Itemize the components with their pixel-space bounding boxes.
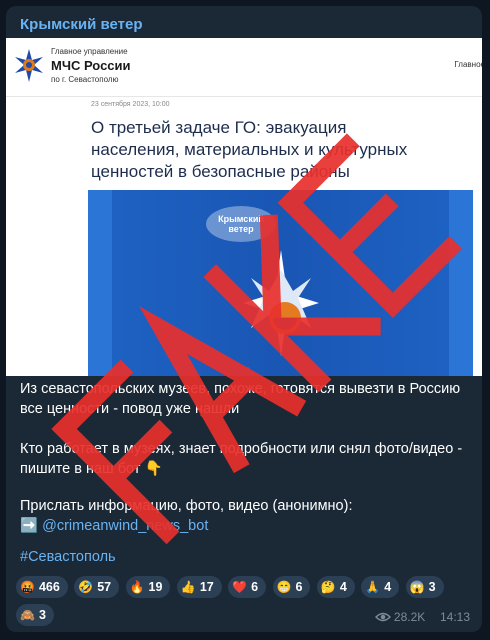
screenshot-image[interactable]: Главное управление МЧС России по г. Сева… xyxy=(6,38,482,376)
submit-info-text: Прислать информацию, фото, видео (аноним… xyxy=(20,498,353,514)
reaction-fire[interactable]: 🔥 19 xyxy=(125,576,171,598)
arrow-right-icon: ➡️ xyxy=(20,518,39,534)
thinking-face-icon: 🤔 xyxy=(320,580,336,594)
poster-edge-left xyxy=(88,190,112,376)
heart-icon: ❤️ xyxy=(232,580,248,594)
mchs-emblem-icon xyxy=(15,49,43,82)
watermark-line-2: ветер xyxy=(228,224,254,234)
thumbs-up-icon: 👍 xyxy=(180,580,196,594)
watermark-line-1: Крымский xyxy=(218,214,264,224)
reaction-count: 4 xyxy=(339,580,347,594)
reaction-count: 57 xyxy=(97,580,112,594)
reaction-count: 3 xyxy=(38,608,46,622)
fire-icon: 🔥 xyxy=(129,580,145,594)
reaction-count: 3 xyxy=(428,580,436,594)
view-count: 28.2K xyxy=(393,610,426,624)
grin-face-icon: 😁 xyxy=(276,580,292,594)
channel-name[interactable]: Крымский ветер xyxy=(20,16,143,33)
reaction-count: 17 xyxy=(199,580,214,594)
site-header: Главное управление МЧС России по г. Сева… xyxy=(6,38,482,97)
angry-face-icon: 🤬 xyxy=(20,580,35,594)
reaction-pray[interactable]: 🙏 4 xyxy=(361,576,400,598)
hashtag-link[interactable]: #Севастополь xyxy=(20,549,116,565)
message-meta: 28.2K 14:13 xyxy=(374,610,470,624)
see-no-evil-monkey-icon: 🙈 xyxy=(20,608,35,622)
article-title: О третьей задаче ГО: эвакуация населения… xyxy=(91,118,408,181)
reaction-thumbs-up[interactable]: 👍 17 xyxy=(176,576,222,598)
org-line-2: МЧС России xyxy=(51,58,131,73)
post-time: 14:13 xyxy=(439,610,470,624)
org-line-1: Главное управление xyxy=(51,47,128,56)
rofl-face-icon: 🤣 xyxy=(78,580,94,594)
mchs-star-icon xyxy=(243,250,319,356)
reaction-count: 466 xyxy=(38,580,60,594)
org-line-3: по г. Севастополю xyxy=(51,75,119,84)
reaction-angry[interactable]: 🤬 466 xyxy=(16,576,68,598)
reaction-heart[interactable]: ❤️ 6 xyxy=(228,576,267,598)
reaction-count: 4 xyxy=(384,580,392,594)
reaction-count: 19 xyxy=(148,580,163,594)
message-paragraph-3: Прислать информацию, фото, видео (аноним… xyxy=(20,496,468,536)
reaction-rofl[interactable]: 🤣 57 xyxy=(74,576,120,598)
watermark-logo: Крымский ветер xyxy=(206,206,276,242)
reaction-count: 6 xyxy=(251,580,259,594)
message-bubble: Крымский ветер Главное управление МЧС Ро… xyxy=(6,6,482,632)
reaction-grin[interactable]: 😁 6 xyxy=(272,576,311,598)
article-date: 23 сентября 2023, 10:00 xyxy=(91,101,170,108)
scream-face-icon: 😱 xyxy=(409,580,425,594)
message-paragraph-2: Кто работает в музеях, знает подробности… xyxy=(20,441,463,477)
pray-icon: 🙏 xyxy=(365,580,381,594)
message-paragraph-1: Из севастопольских музеев, похоже, готов… xyxy=(20,381,461,417)
reaction-count: 6 xyxy=(295,580,303,594)
bot-link-line: ➡️ @crimeanwind_news_bot xyxy=(20,516,468,536)
poster-edge-right xyxy=(449,190,473,376)
bot-link[interactable]: @crimeanwind_news_bot xyxy=(42,518,208,534)
eye-icon xyxy=(374,612,391,622)
reaction-thinking[interactable]: 🤔 4 xyxy=(316,576,355,598)
org-right-label: Главное упр xyxy=(454,60,482,69)
reaction-scream[interactable]: 😱 3 xyxy=(405,576,444,598)
reaction-see-no-evil[interactable]: 🙈 3 xyxy=(16,604,54,626)
